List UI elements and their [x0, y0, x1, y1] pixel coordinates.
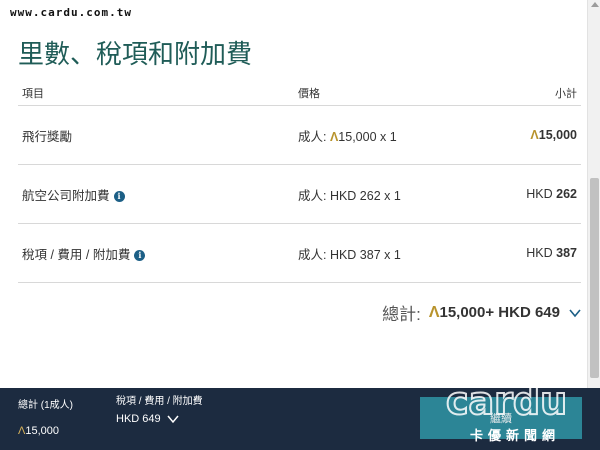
row-price: 成人: HKD 387 x 1	[298, 244, 478, 263]
subtotal-prefix: HKD	[526, 246, 557, 260]
scrollbar[interactable]	[587, 0, 600, 388]
row-item-label: 稅項 / 費用 / 附加費	[22, 247, 131, 262]
table-row: 航空公司附加費 i 成人: HKD 262 x 1 HKD 262	[18, 165, 581, 224]
page-title: 里數、稅項和附加費	[18, 40, 253, 70]
info-icon[interactable]: i	[113, 190, 125, 202]
subtotal-value: 387	[556, 246, 577, 260]
row-price: 成人: Λ15,000 x 1	[298, 126, 478, 145]
footer-total-amount: 15,000	[25, 425, 60, 437]
price-suffix: x 1	[380, 188, 401, 203]
chevron-down-icon[interactable]	[167, 413, 179, 425]
header-price: 價格	[298, 87, 320, 100]
grand-total-cash: + HKD 649	[485, 304, 560, 321]
row-item: 稅項 / 費用 / 附加費 i	[18, 244, 298, 263]
price-avios: 15,000	[338, 129, 377, 144]
row-subtotal: HKD 262	[478, 187, 581, 201]
watermark-url: www.cardu.com.tw	[10, 6, 132, 19]
chevron-down-icon[interactable]	[568, 306, 582, 320]
subtotal-prefix: HKD	[526, 187, 557, 201]
row-item-label: 飛行獎勵	[22, 129, 73, 144]
row-item: 航空公司附加費 i	[18, 185, 298, 204]
price-suffix: x 1	[376, 129, 397, 144]
footer-tax-amount: HKD 649	[116, 413, 161, 425]
table-row: 飛行獎勵 成人: Λ15,000 x 1 Λ15,000	[18, 106, 581, 165]
grand-total-label: 總計:	[382, 305, 421, 324]
info-icon[interactable]: i	[134, 249, 146, 261]
footer-tax-label: 稅項 / 費用 / 附加費	[116, 396, 203, 407]
subtotal-value: 262	[556, 187, 577, 201]
row-subtotal: HKD 387	[478, 246, 581, 260]
avios-icon: Λ	[428, 303, 440, 321]
subtotal-value: 15,000	[538, 128, 577, 142]
price-prefix: 成人: HKD 387	[298, 247, 381, 262]
header-subtotal: 小計	[555, 87, 577, 100]
grand-total-avios: 15,000	[439, 304, 486, 321]
row-price: 成人: HKD 262 x 1	[298, 185, 478, 204]
footer-tax[interactable]: 稅項 / 費用 / 附加費 HKD 649	[116, 396, 206, 425]
logo-subtitle: 卡優新聞網	[470, 429, 561, 444]
price-prefix: 成人: HKD 262	[298, 188, 381, 203]
footer-tax-value: HKD 649	[116, 413, 206, 425]
price-prefix: 成人:	[298, 129, 330, 144]
price-suffix: x 1	[380, 247, 401, 262]
footer-total: 總計 (1成人) Λ15,000	[18, 396, 73, 437]
row-item-label: 航空公司附加費	[22, 188, 110, 203]
fare-table: 項目 價格 小計 飛行獎勵 成人: Λ15,000 x 1 Λ15,000 航空…	[18, 80, 581, 283]
scroll-up-arrow-icon[interactable]	[591, 2, 599, 7]
footer-total-label: 總計 (1成人)	[18, 400, 73, 411]
scroll-thumb[interactable]	[590, 178, 599, 378]
footer-total-value: Λ15,000	[18, 425, 73, 437]
avios-icon: Λ	[530, 128, 539, 142]
row-subtotal: Λ15,000	[478, 128, 581, 142]
grand-total[interactable]: 總計: Λ 15,000 + HKD 649	[382, 300, 582, 325]
table-header: 項目 價格 小計	[18, 80, 581, 106]
table-row: 稅項 / 費用 / 附加費 i 成人: HKD 387 x 1 HKD 387	[18, 224, 581, 283]
header-item: 項目	[22, 87, 44, 100]
